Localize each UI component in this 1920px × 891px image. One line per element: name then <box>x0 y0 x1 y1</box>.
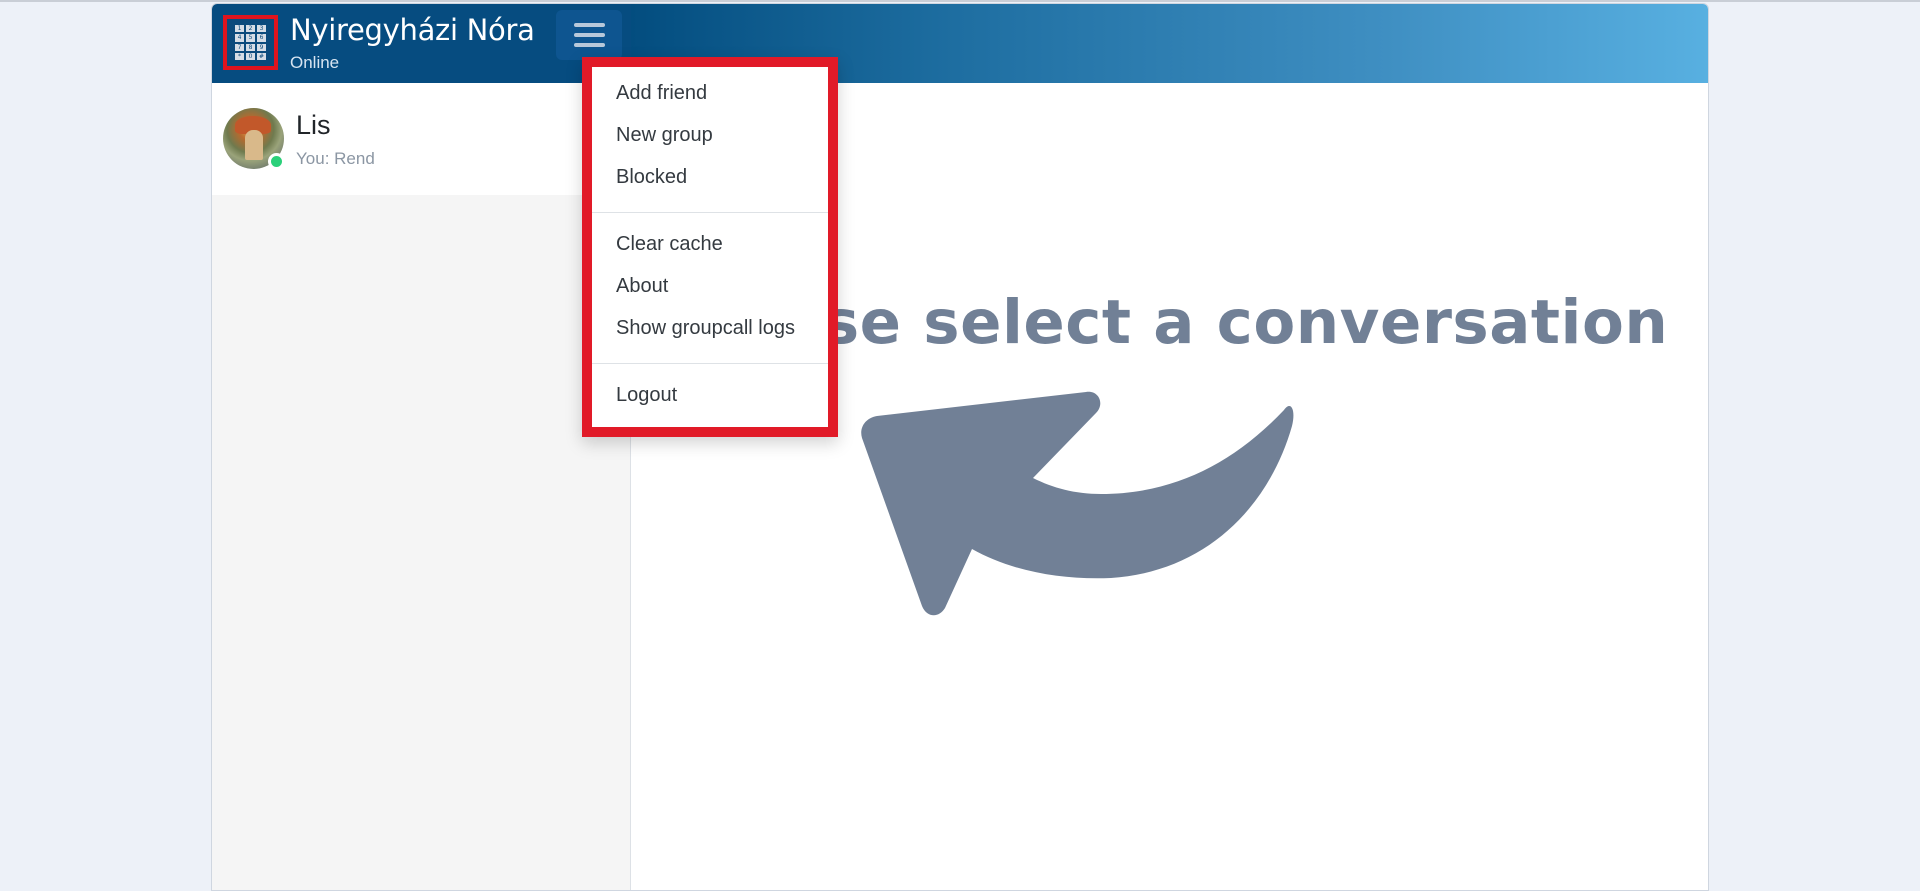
logo-key: 2 <box>246 25 255 33</box>
logo-key: # <box>257 52 266 60</box>
sidebar: 1 2 3 4 5 6 7 8 9 * 0 # Nyiregyházi Nóra… <box>212 4 631 890</box>
menu-item-new-group[interactable]: New group <box>616 124 713 147</box>
user-status: Online <box>290 53 340 72</box>
menu-button[interactable] <box>556 10 622 60</box>
conversation-item[interactable]: Lis You: Rend <box>212 83 631 195</box>
sidebar-header: 1 2 3 4 5 6 7 8 9 * 0 # Nyiregyházi Nóra… <box>212 4 631 83</box>
logo-key: 0 <box>246 52 255 60</box>
logo-key: 1 <box>235 25 244 33</box>
logo-key: 8 <box>246 43 255 51</box>
logo-key: 6 <box>257 34 266 42</box>
logo-key: 5 <box>246 34 255 42</box>
menu-item-add-friend[interactable]: Add friend <box>616 82 707 105</box>
logo-key: * <box>235 52 244 60</box>
main-menu-dropdown: Add friend New group Blocked Clear cache… <box>582 57 838 437</box>
conversation-preview: You: Rend <box>296 149 375 168</box>
app-window: 1 2 3 4 5 6 7 8 9 * 0 # Nyiregyházi Nóra… <box>211 3 1709 891</box>
logo-key: 7 <box>235 43 244 51</box>
app-logo[interactable]: 1 2 3 4 5 6 7 8 9 * 0 # <box>223 15 278 70</box>
online-status-icon <box>268 153 285 170</box>
logo-key: 4 <box>235 34 244 42</box>
menu-item-clear-cache[interactable]: Clear cache <box>616 233 723 256</box>
conversation-name: Lis <box>296 110 331 140</box>
menu-item-show-groupcall-logs[interactable]: Show groupcall logs <box>616 317 795 340</box>
menu-item-about[interactable]: About <box>616 275 668 298</box>
logo-key: 9 <box>257 43 266 51</box>
logo-key: 3 <box>257 25 266 33</box>
hamburger-icon <box>573 23 605 27</box>
user-name: Nyiregyházi Nóra <box>290 13 535 47</box>
hamburger-icon <box>573 33 605 37</box>
menu-divider <box>592 363 828 364</box>
menu-divider <box>592 212 828 213</box>
menu-item-blocked[interactable]: Blocked <box>616 166 687 189</box>
hamburger-icon <box>573 43 605 47</box>
top-border <box>0 0 1920 2</box>
curved-arrow-icon <box>853 366 1303 616</box>
menu-item-logout[interactable]: Logout <box>616 384 677 407</box>
